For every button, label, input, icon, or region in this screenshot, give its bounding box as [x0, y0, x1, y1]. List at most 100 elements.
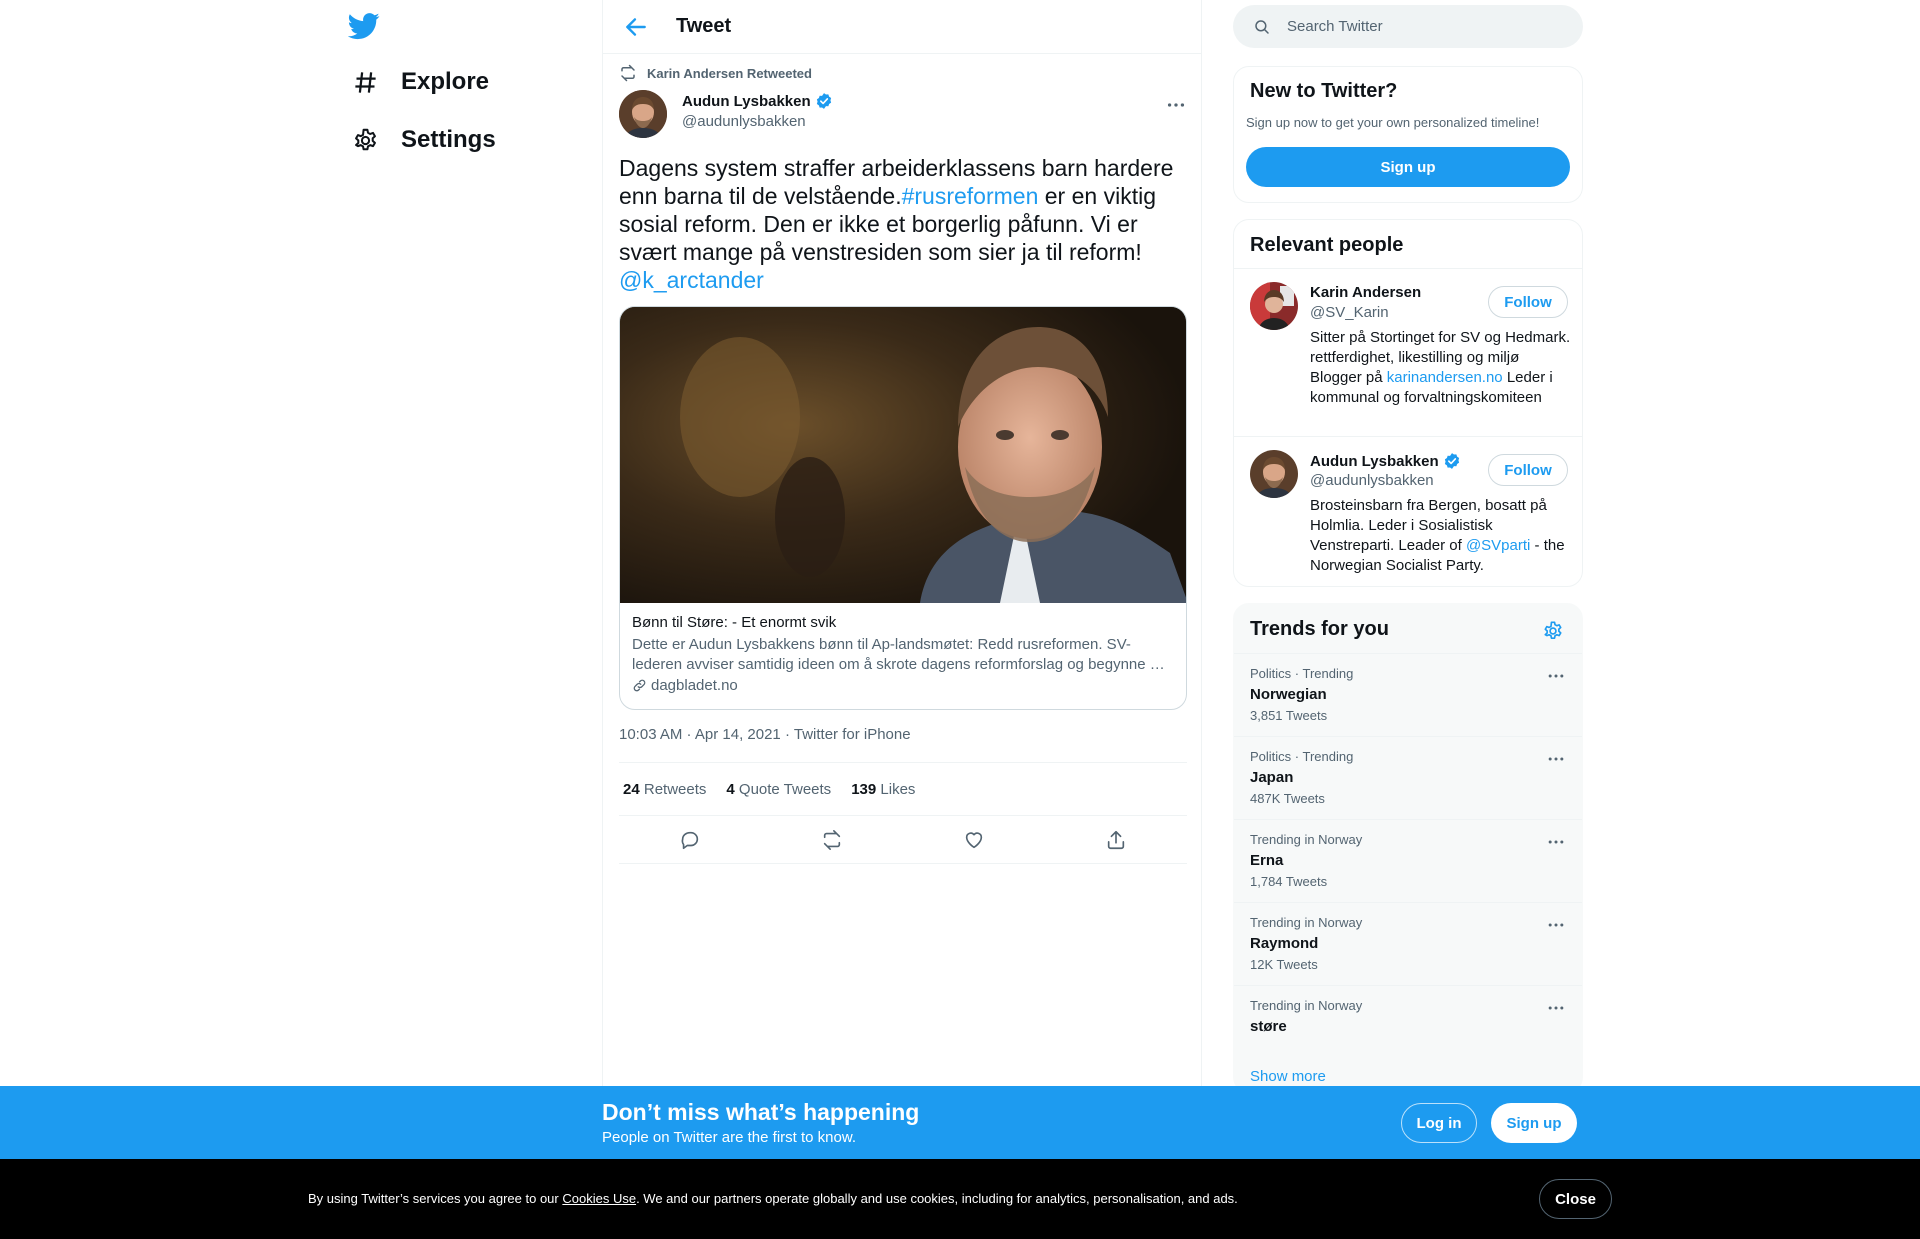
cookie-text-after: . We and our partners operate globally a…: [636, 1191, 1238, 1206]
hashtag-icon: [355, 71, 376, 93]
share-icon[interactable]: [1105, 829, 1127, 851]
person-name[interactable]: Audun Lysbakken: [1310, 452, 1461, 470]
tweet-meta: 10:03 AM · Apr 14, 2021 · Twitter for iP…: [619, 726, 911, 743]
card-title: Bønn til Støre: - Et enormt svik: [632, 614, 837, 631]
cookie-banner: By using Twitter’s services you agree to…: [0, 1159, 1920, 1239]
avatar-image: [1250, 450, 1298, 498]
page-title: Tweet: [676, 15, 732, 37]
reply-icon[interactable]: [679, 829, 701, 851]
trend-name: Norwegian: [1250, 686, 1327, 703]
tweet-timestamp[interactable]: 10:03 AM · Apr 14, 2021: [619, 726, 781, 743]
follow-button[interactable]: Follow: [1488, 454, 1568, 486]
new-to-twitter-title: New to Twitter?: [1250, 80, 1398, 102]
link-card[interactable]: Bønn til Støre: - Et enormt svik Dette e…: [619, 306, 1187, 710]
card-description: Dette er Audun Lysbakkens bønn til Ap-la…: [632, 636, 1165, 673]
main-column: Tweet Karin Andersen Retweeted Audun Lys…: [602, 0, 1202, 1239]
signup-button[interactable]: Sign up: [1246, 147, 1570, 187]
trend-count: 1,784 Tweets: [1250, 874, 1328, 889]
hashtag-link[interactable]: #rusreformen: [902, 183, 1039, 209]
trend-item[interactable]: Trending in Norway Raymond 12K Tweets: [1234, 902, 1582, 985]
like-icon[interactable]: [963, 829, 985, 851]
person-name[interactable]: Karin Andersen: [1310, 284, 1421, 301]
trend-context: Trending in Norway: [1250, 915, 1363, 930]
card-image: [620, 307, 1186, 603]
retweet-context[interactable]: Karin Andersen Retweeted: [619, 64, 812, 82]
more-options-icon[interactable]: [1546, 749, 1566, 769]
new-to-twitter-panel: New to Twitter? Sign up now to get your …: [1233, 66, 1583, 203]
card-domain-text: dagbladet.no: [651, 677, 738, 694]
login-button[interactable]: Log in: [1401, 1103, 1477, 1143]
person-handle[interactable]: @SV_Karin: [1310, 304, 1389, 321]
cookie-text: By using Twitter’s services you agree to…: [308, 1191, 1238, 1206]
quote-tweets-count: 4: [726, 780, 735, 798]
nav-settings[interactable]: Settings: [352, 126, 496, 154]
trend-count: 12K Tweets: [1250, 957, 1318, 972]
author-handle[interactable]: @audunlysbakken: [682, 113, 806, 130]
arrow-left-icon[interactable]: [623, 14, 649, 40]
trend-item[interactable]: Trending in Norway støre: [1234, 985, 1582, 1055]
header: Tweet: [603, 0, 1201, 54]
follow-button[interactable]: Follow: [1488, 286, 1568, 318]
nav-explore-label: Explore: [401, 68, 490, 95]
more-options-icon[interactable]: [1546, 915, 1566, 935]
retweet-action-icon[interactable]: [821, 829, 843, 851]
trend-name: Erna: [1250, 852, 1284, 869]
likes-stat[interactable]: 139 Likes: [851, 781, 915, 798]
link-icon: [633, 679, 646, 692]
person-handle[interactable]: @audunlysbakken: [1310, 472, 1434, 489]
nav-settings-label: Settings: [401, 126, 496, 153]
trend-item[interactable]: Politics · Trending Japan 487K Tweets: [1234, 736, 1582, 819]
trend-item[interactable]: Trending in Norway Erna 1,784 Tweets: [1234, 819, 1582, 902]
more-options-icon[interactable]: [1165, 94, 1187, 116]
tweet-stats: 24 Retweets 4 Quote Tweets 139 Likes: [619, 762, 1187, 816]
quote-tweets-stat[interactable]: 4 Quote Tweets: [726, 781, 831, 798]
banner-signup-button[interactable]: Sign up: [1491, 1103, 1577, 1143]
avatar-image: [619, 90, 667, 138]
relevant-people-title: Relevant people: [1250, 234, 1404, 256]
avatar-image: [1250, 282, 1298, 330]
person-bio: Brosteinsbarn fra Bergen, bosatt på Holm…: [1310, 496, 1572, 576]
avatar[interactable]: [1250, 282, 1298, 330]
bio-link[interactable]: karinandersen.no: [1387, 369, 1503, 386]
new-to-twitter-subtitle: Sign up now to get your own personalized…: [1246, 115, 1540, 130]
divider: [1234, 436, 1582, 437]
trend-context: Politics · Trending: [1250, 749, 1354, 764]
trend-name: Japan: [1250, 769, 1294, 786]
avatar[interactable]: [619, 90, 667, 138]
author-name[interactable]: Audun Lysbakken: [682, 92, 833, 110]
more-options-icon[interactable]: [1546, 832, 1566, 852]
gear-icon[interactable]: [1542, 620, 1564, 642]
retweets-label: Retweets: [643, 780, 707, 798]
trend-name: Raymond: [1250, 935, 1319, 952]
card-domain: dagbladet.no: [632, 677, 1176, 694]
search-bar[interactable]: [1233, 5, 1583, 48]
bio-link[interactable]: @SVparti: [1466, 537, 1530, 554]
trend-context: Politics · Trending: [1250, 666, 1354, 681]
signup-banner: Don’t miss what’s happening People on Tw…: [0, 1086, 1920, 1159]
quote-tweets-label: Quote Tweets: [738, 780, 832, 798]
trend-item[interactable]: Politics · Trending Norwegian 3,851 Twee…: [1234, 653, 1582, 736]
close-button[interactable]: Close: [1539, 1179, 1612, 1219]
retweet-icon: [621, 64, 635, 82]
person-name-text: Audun Lysbakken: [1310, 452, 1439, 470]
trend-context: Trending in Norway: [1250, 998, 1363, 1013]
trend-context: Trending in Norway: [1250, 832, 1363, 847]
nav-explore[interactable]: Explore: [352, 68, 489, 96]
twitter-bird-icon[interactable]: [348, 10, 380, 42]
trend-count: 487K Tweets: [1250, 791, 1325, 806]
search-icon: [1255, 19, 1269, 34]
show-more-link[interactable]: Show more: [1250, 1068, 1326, 1085]
cookies-use-link[interactable]: Cookies Use: [562, 1191, 636, 1206]
likes-label: Likes: [880, 780, 916, 798]
trends-panel: Trends for you Politics · Trending Norwe…: [1233, 603, 1583, 1093]
search-input[interactable]: [1287, 18, 1567, 35]
banner-title: Don’t miss what’s happening: [602, 1099, 920, 1125]
tweet-text: Dagens system straffer arbeiderklassens …: [619, 154, 1187, 294]
retweets-stat[interactable]: 24 Retweets: [623, 781, 706, 798]
more-options-icon[interactable]: [1546, 998, 1566, 1018]
avatar[interactable]: [1250, 450, 1298, 498]
tweet-source[interactable]: Twitter for iPhone: [794, 726, 911, 743]
divider: [1234, 268, 1582, 269]
mention-link[interactable]: @k_arctander: [619, 267, 764, 293]
more-options-icon[interactable]: [1546, 666, 1566, 686]
